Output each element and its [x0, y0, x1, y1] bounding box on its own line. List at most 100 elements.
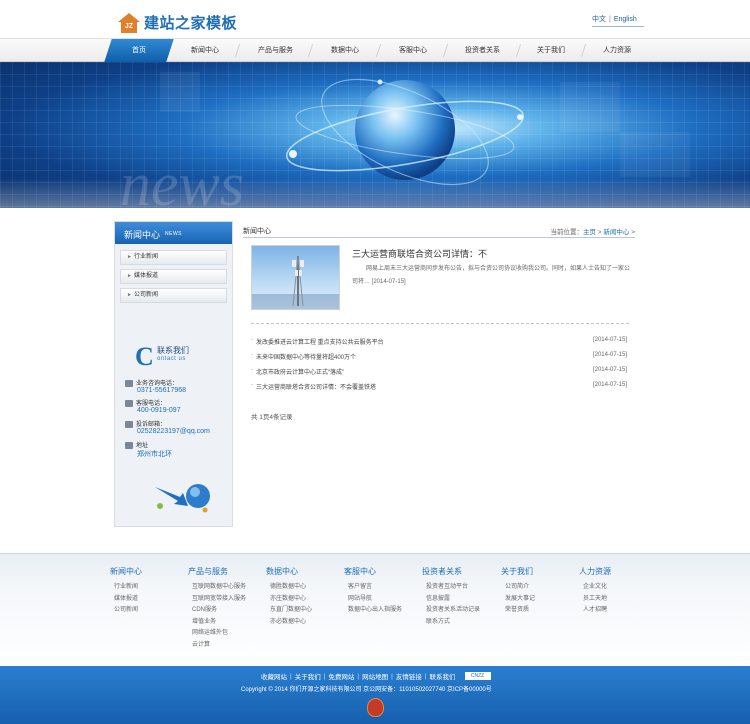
banner-fade — [0, 178, 750, 208]
featured-news-title[interactable]: 三大运营商联塔合资公司详情：不 — [352, 247, 487, 260]
footer-link[interactable]: 媒体报道 — [110, 594, 142, 606]
footer-link[interactable]: 投资者关系活动记录 — [422, 605, 480, 617]
footer-link-free-site[interactable]: 免费网站 — [325, 671, 357, 681]
footer-column-heading[interactable]: 新闻中心 — [110, 566, 142, 577]
footer-column-service: 客服中心 客户留言 网站导航 数据中心出入指服务 — [344, 566, 402, 617]
site-logo[interactable]: JZ 建站之家模板 — [118, 12, 237, 33]
footer-link[interactable]: 东直门数据中心 — [266, 605, 312, 617]
breadcrumb-current[interactable]: 新闻中心 — [603, 229, 629, 236]
nav-divider — [307, 44, 314, 57]
bullet-icon: · — [251, 382, 253, 388]
footer-column-heading[interactable]: 投资者关系 — [422, 566, 480, 577]
lang-underline — [592, 26, 644, 27]
dashed-divider — [251, 323, 629, 324]
footer-link[interactable]: 人才招聘 — [579, 605, 611, 617]
footer-column-heading[interactable]: 客服中心 — [344, 566, 402, 577]
footer-link[interactable]: 荣誉资质 — [501, 605, 535, 617]
footer-link[interactable]: 增值业务 — [188, 617, 246, 629]
footer-column-investor: 投资者关系 投资者互动平台 信息披露 投资者关系活动记录 联系方式 — [422, 566, 480, 628]
nav-divider — [234, 44, 241, 57]
footer-link[interactable]: 互联网数据中心服务 — [188, 582, 246, 594]
site-header: JZ 建站之家模板 中文 | English — [0, 0, 750, 38]
footer-link[interactable]: CDN服务 — [188, 605, 246, 617]
sidebar-title: 新闻中心 — [124, 230, 161, 240]
nav-item-datacenter[interactable]: 数据中心 — [315, 39, 375, 62]
footer-link[interactable]: 云计算 — [188, 640, 246, 652]
stats-badge[interactable]: CNZZ — [464, 672, 491, 680]
contact-address: 地址 郑州市北环 — [125, 440, 230, 459]
footer-link[interactable]: 信息披露 — [422, 594, 480, 606]
footer-column-heading[interactable]: 数据中心 — [266, 566, 312, 577]
pagination-summary: 共 1页4条记录 — [251, 414, 293, 421]
triangle-right-icon: ► — [127, 273, 132, 279]
nav-item-news[interactable]: 新闻中心 — [175, 39, 235, 62]
sidebar-item-media-reports[interactable]: ► 媒体报道 — [120, 269, 227, 284]
footer-link[interactable]: 客户留言 — [344, 582, 402, 594]
footer-column-hr: 人力资源 企业文化 员工天地 人才招聘 — [579, 566, 611, 617]
nav-item-hr[interactable]: 人力资源 — [588, 39, 646, 62]
footer-link-contact[interactable]: 联系我们 — [427, 671, 459, 681]
footer-link[interactable]: 互联网宽带接入服务 — [188, 594, 246, 606]
footer-link-friends[interactable]: 友情链接 — [393, 671, 425, 681]
sidebar-menu: ► 行业新闻 ► 媒体报道 ► 公司新闻 — [120, 250, 227, 307]
hero-banner: news — [0, 62, 750, 208]
lang-chinese-link[interactable]: 中文 — [592, 14, 606, 24]
content-header: 新闻中心 当前位置：主页 > 新闻中心 > — [243, 224, 635, 238]
news-list-item[interactable]: · 发改委推进云计算工程 重点支持公共云服务平台 [2014-07-15] — [251, 335, 629, 350]
footer-link[interactable]: 数据中心出入指服务 — [344, 605, 402, 617]
breadcrumb-home[interactable]: 主页 — [583, 229, 596, 236]
headset-icon — [125, 399, 133, 407]
footer-column-heading[interactable]: 人力资源 — [579, 566, 611, 577]
featured-news-image[interactable] — [251, 245, 340, 310]
nav-item-home[interactable]: 首页 — [104, 39, 174, 62]
nav-item-investor[interactable]: 投资者关系 — [450, 39, 515, 62]
phone-icon — [125, 379, 133, 387]
footer-links: 收藏网站 | 关于我们 | 免费网站 | 网站地图 | 友情链接 | 联系我们 … — [258, 671, 491, 681]
content-section-title: 新闻中心 — [243, 228, 271, 235]
footer-link-about[interactable]: 关于我们 — [292, 671, 324, 681]
footer-link[interactable]: 联系方式 — [422, 617, 480, 629]
footer-column-about: 关于我们 公司简介 发展大事记 荣誉资质 — [501, 566, 535, 617]
nav-item-about[interactable]: 关于我们 — [522, 39, 580, 62]
site-title: 建站之家模板 — [144, 15, 238, 32]
lang-separator: | — [609, 15, 611, 23]
main-nav: 首页 新闻中心 产品与服务 数据中心 客服中心 投资者关系 关于我们 人力资源 — [0, 38, 750, 62]
footer-column-news: 新闻中心 行业新闻 媒体报道 公司新闻 — [110, 566, 142, 617]
sidebar-title-en: NEWS — [165, 231, 182, 237]
location-icon — [125, 441, 133, 449]
news-list-item[interactable]: · 未来中国数据中心等待量将超400万个 [2014-07-15] — [251, 350, 629, 365]
footer-link[interactable]: 行业新闻 — [110, 582, 142, 594]
mail-icon — [125, 420, 133, 428]
sidebar-item-industry-news[interactable]: ► 行业新闻 — [120, 250, 227, 265]
footer-link[interactable]: 网络运维外包 — [188, 628, 246, 640]
triangle-right-icon: ► — [127, 254, 132, 260]
footer-link[interactable]: 德胜数据中心 — [266, 582, 312, 594]
footer-link[interactable]: 投资者互动平台 — [422, 582, 480, 594]
footer-link[interactable]: 发展大事记 — [501, 594, 535, 606]
police-badge-icon[interactable] — [367, 698, 384, 717]
footer-link[interactable]: 公司简介 — [501, 582, 535, 594]
footer-link[interactable]: 员工天地 — [579, 594, 611, 606]
contact-phone: 业务咨询电话： 0371-55617968 — [125, 378, 230, 394]
nav-item-products[interactable]: 产品与服务 — [243, 39, 308, 62]
footer-link[interactable]: 企业文化 — [579, 582, 611, 594]
house-logo-icon: JZ — [118, 12, 140, 33]
sidebar-header: 新闻中心 NEWS — [115, 222, 232, 244]
footer-link-favorite[interactable]: 收藏网站 — [258, 671, 290, 681]
lang-english-link[interactable]: English — [614, 16, 637, 23]
sidebar-item-company-news[interactable]: ► 公司新闻 — [120, 288, 227, 303]
contact-email: 投诉邮箱： 02528223197@qq.com — [125, 419, 230, 435]
footer-link[interactable]: 网站导航 — [344, 594, 402, 606]
news-list-item[interactable]: · 三大运营商联塔合资公司详情：不会覆盖铁塔 [2014-07-15] — [251, 380, 629, 395]
footer-link[interactable]: 亦必数据中心 — [266, 617, 312, 629]
footer-link[interactable]: 公司新闻 — [110, 605, 142, 617]
bullet-icon: · — [251, 352, 253, 358]
footer-column-heading[interactable]: 关于我们 — [501, 566, 535, 577]
footer-column-heading[interactable]: 产品与服务 — [188, 566, 246, 577]
nav-divider — [580, 44, 587, 57]
news-list-item[interactable]: · 北京市政府云计算中心正式“落成” [2014-07-15] — [251, 365, 629, 380]
footer-link[interactable]: 亦庄数据中心 — [266, 594, 312, 606]
footer-link-sitemap[interactable]: 网站地图 — [359, 671, 391, 681]
footer-sitemap: 新闻中心 行业新闻 媒体报道 公司新闻 产品与服务 互联网数据中心服务 互联网宽… — [0, 553, 750, 666]
nav-item-service[interactable]: 客服中心 — [383, 39, 443, 62]
